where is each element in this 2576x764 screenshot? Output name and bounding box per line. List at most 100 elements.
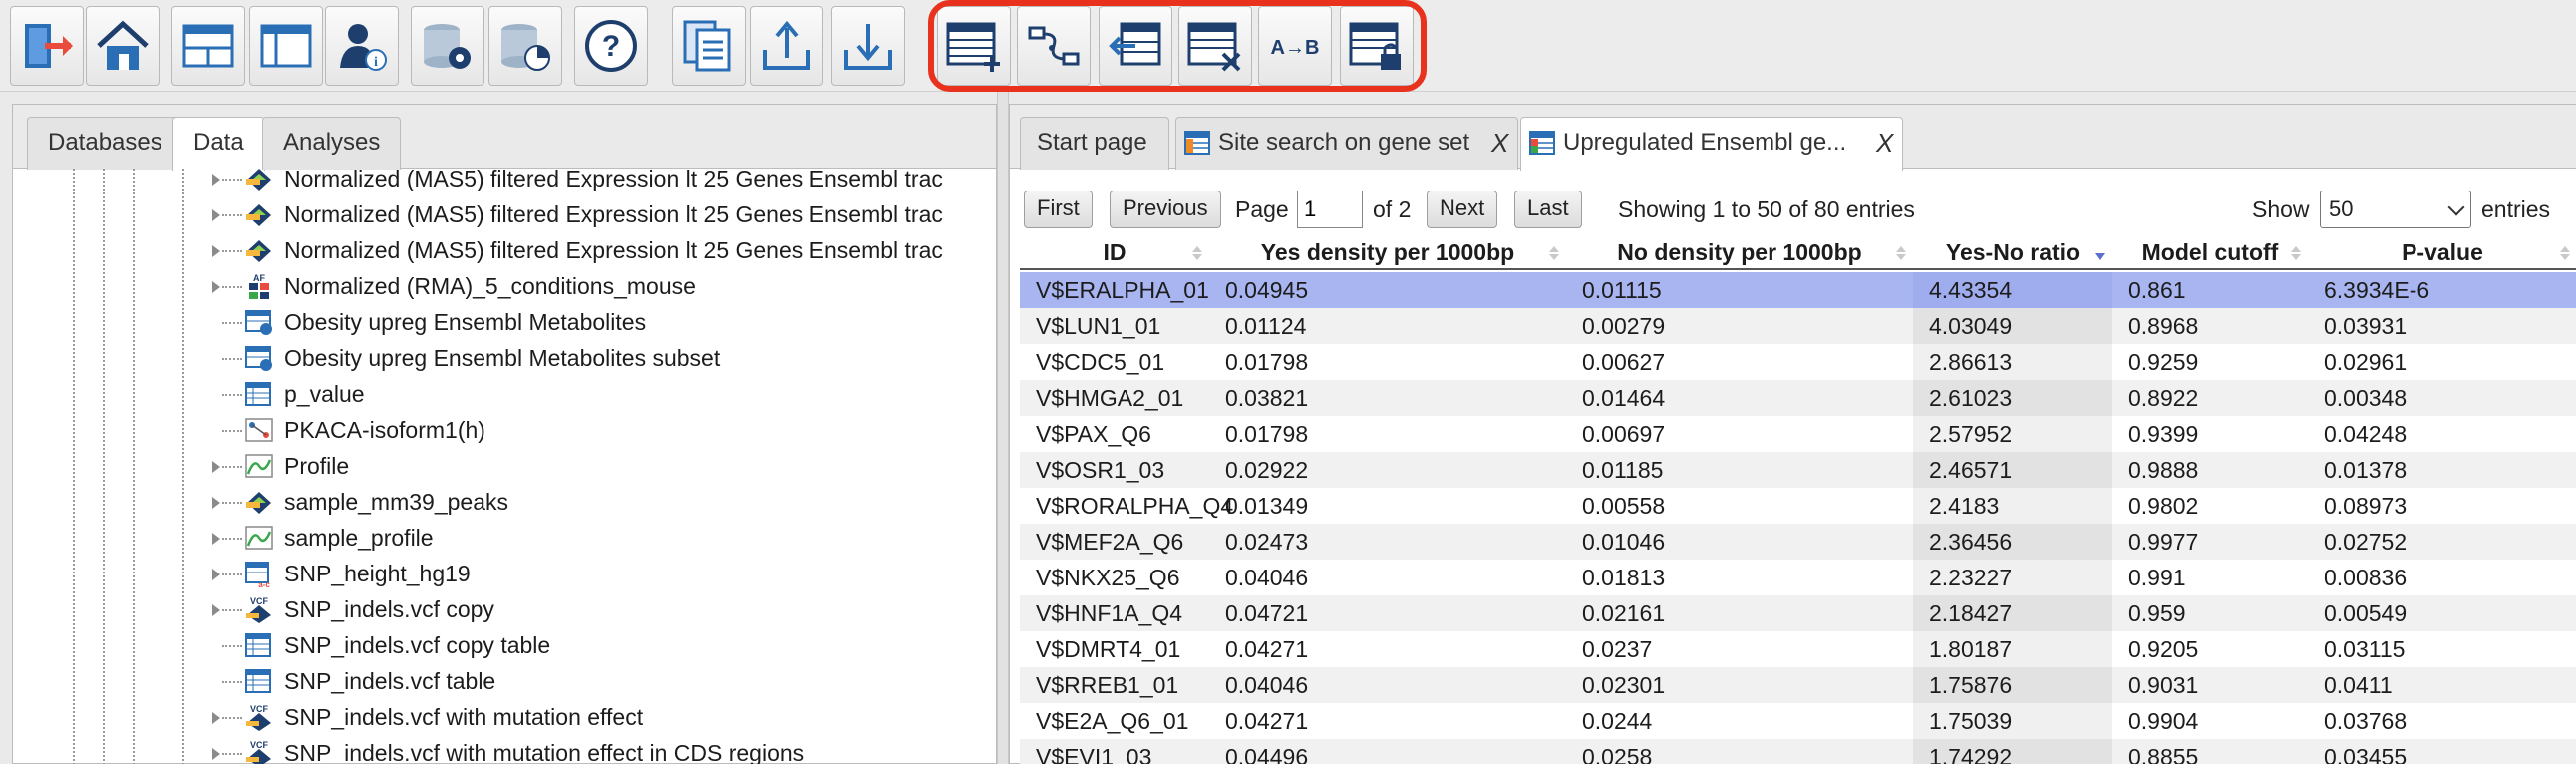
table-delete-button[interactable] — [1178, 6, 1252, 86]
expand-arrow-icon[interactable] — [212, 209, 220, 221]
col-p-value-header[interactable]: P-value — [2308, 234, 2576, 270]
expand-arrow-icon[interactable] — [212, 174, 220, 186]
table-row[interactable]: V$ERALPHA_01 0.04945 0.01115 4.43354 0.861 6.… — [1020, 272, 2576, 308]
svg-text:VCF: VCF — [250, 704, 269, 714]
document-tab-bar: Start page Site search on gene set X Upr… — [1010, 105, 2576, 171]
col-p-value-cell: 0.02961 — [2324, 349, 2408, 375]
upload-button[interactable] — [750, 6, 823, 86]
sort-icon[interactable] — [1548, 244, 1560, 262]
table-row[interactable]: V$LUN1_01 0.01124 0.00279 4.03049 0.8968 0.03… — [1020, 308, 2576, 344]
panel-splitter[interactable] — [997, 92, 1009, 764]
tree-item[interactable]: sample_profile — [13, 520, 996, 556]
sort-icon[interactable] — [1191, 244, 1203, 262]
tree-item[interactable]: p_value — [13, 376, 996, 412]
layout-split-button[interactable] — [171, 6, 245, 86]
expand-arrow-icon[interactable] — [212, 748, 220, 760]
close-tab-upregulated-icon[interactable]: X — [1876, 118, 1893, 168]
add-table-row-button[interactable] — [937, 6, 1011, 86]
tree-item[interactable]: Normalized (MAS5) filtered Expression lt… — [13, 196, 996, 232]
download-button[interactable] — [831, 6, 905, 86]
tree-item[interactable]: SNP_indels.vcf copy table — [13, 627, 996, 663]
col-yes-density-cell: 0.04945 — [1225, 277, 1309, 303]
table-row[interactable]: V$PAX_Q6 0.01798 0.00697 2.57952 0.9399 0.042… — [1020, 416, 2576, 452]
expand-arrow-icon[interactable] — [212, 569, 220, 580]
col-yes-no-ratio-header[interactable]: Yes-No ratio — [1913, 234, 2112, 270]
tree-connector — [222, 430, 242, 432]
table-row[interactable]: V$DMRT4_01 0.04271 0.0237 1.80187 0.9205 0.03… — [1020, 631, 2576, 667]
expand-arrow-icon[interactable] — [212, 712, 220, 724]
database-settings-button[interactable] — [411, 6, 484, 86]
table-lock-button[interactable] — [1340, 6, 1414, 86]
first-page-button[interactable]: First — [1024, 191, 1093, 228]
previous-page-button[interactable]: Previous — [1110, 191, 1221, 228]
tree-item[interactable]: Normalized (MAS5) filtered Expression lt… — [13, 232, 996, 268]
exit-button[interactable] — [10, 6, 84, 86]
tree-item[interactable]: SNP_indels.vcf table — [13, 663, 996, 699]
sort-icon[interactable] — [2290, 244, 2302, 262]
table-row[interactable]: V$CDC5_01 0.01798 0.00627 2.86613 0.9259 0.02… — [1020, 344, 2576, 380]
tree-item[interactable]: Obesity upreg Ensembl Metabolites subset — [13, 340, 996, 376]
tree-item[interactable]: Obesity upreg Ensembl Metabolites — [13, 304, 996, 340]
expand-arrow-icon[interactable] — [212, 533, 220, 545]
tree-item[interactable]: Normalized (MAS5) filtered Expression lt… — [13, 169, 996, 196]
col-yes-density-header[interactable]: Yes density per 1000bp — [1209, 234, 1566, 270]
database-chart-button[interactable] — [488, 6, 562, 86]
table-row[interactable]: V$EVI1_03 0.04496 0.0258 1.74292 0.8855 0.034… — [1020, 739, 2576, 764]
page-size-select[interactable]: 50 — [2320, 191, 2471, 228]
page-number-input[interactable] — [1297, 191, 1363, 228]
expand-arrow-icon[interactable] — [212, 281, 220, 293]
tree-item[interactable]: a-c SNP_height_hg19 — [13, 556, 996, 591]
tree-item[interactable]: VCF SNP_indels.vcf with mutation effect i… — [13, 735, 996, 764]
tree-item[interactable]: AF Normalized (RMA)_5_conditions_mouse — [13, 268, 996, 304]
col-no-density-header[interactable]: No density per 1000bp — [1566, 234, 1913, 270]
table-row[interactable]: V$E2A_Q6_01 0.04271 0.0244 1.75039 0.9904 0.0… — [1020, 703, 2576, 739]
tree-item[interactable]: sample_mm39_peaks — [13, 484, 996, 520]
expand-arrow-icon[interactable] — [212, 497, 220, 509]
table-export-button[interactable] — [1099, 6, 1172, 86]
expand-arrow-icon[interactable] — [212, 461, 220, 473]
help-button[interactable]: ? — [574, 6, 648, 86]
vcf-track-icon: VCF — [246, 704, 271, 731]
tab-site-search[interactable]: Site search on gene set X — [1175, 117, 1518, 170]
tab-start-page[interactable]: Start page — [1020, 117, 1169, 170]
tab-upregulated-ensembl[interactable]: Upregulated Ensembl ge... X — [1520, 117, 1903, 171]
table-row[interactable]: V$OSR1_03 0.02922 0.01185 2.46571 0.9888 0.01… — [1020, 452, 2576, 488]
table-delete-icon — [1187, 22, 1241, 72]
user-info-button[interactable]: i — [325, 6, 399, 86]
tree-item[interactable]: VCF SNP_indels.vcf with mutation effect — [13, 699, 996, 735]
workflow-button[interactable] — [1017, 6, 1091, 86]
close-tab-site-search-icon[interactable]: X — [1491, 118, 1508, 168]
col-id-header[interactable]: ID — [1020, 234, 1209, 270]
table-row[interactable]: V$HNF1A_Q4 0.04721 0.02161 2.18427 0.959 0.00… — [1020, 595, 2576, 631]
convert-a-to-b-button[interactable]: A→B — [1258, 6, 1332, 86]
col-yes-no-ratio-cell: 2.4183 — [1913, 488, 2112, 524]
tree-item[interactable]: Profile — [13, 448, 996, 484]
sort-icon[interactable] — [2559, 244, 2571, 262]
col-no-density-cell: 0.00558 — [1582, 493, 1666, 519]
last-page-button[interactable]: Last — [1514, 191, 1582, 228]
table-row[interactable]: V$RORALPHA_Q4 0.01349 0.00558 2.4183 0.9802 0… — [1020, 488, 2576, 524]
tree-connector — [222, 358, 242, 360]
table-row[interactable]: V$HMGA2_01 0.03821 0.01464 2.61023 0.8922 0.0… — [1020, 380, 2576, 416]
home-button[interactable] — [86, 6, 160, 86]
tab-data[interactable]: Data — [172, 117, 265, 171]
tab-databases[interactable]: Databases — [27, 117, 183, 170]
expand-arrow-icon[interactable] — [212, 604, 220, 616]
table-row[interactable]: V$MEF2A_Q6 0.02473 0.01046 2.36456 0.9977 0.0… — [1020, 524, 2576, 560]
tree-item[interactable]: PKACA-isoform1(h) — [13, 412, 996, 448]
layout-single-button[interactable] — [249, 6, 323, 86]
expand-arrow-icon[interactable] — [212, 245, 220, 257]
col-model-cutoff-header[interactable]: Model cutoff — [2112, 234, 2308, 270]
next-page-button[interactable]: Next — [1427, 191, 1498, 228]
table-row[interactable]: V$RREB1_01 0.04046 0.02301 1.75876 0.9031 0.0… — [1020, 667, 2576, 703]
col-no-density-cell: 0.01464 — [1582, 385, 1666, 411]
copy-document-button[interactable] — [672, 6, 746, 86]
tab-analyses[interactable]: Analyses — [262, 117, 402, 170]
sort-descending-icon[interactable] — [2094, 244, 2106, 262]
tree-connector — [222, 717, 242, 719]
table-row[interactable]: V$NKX25_Q6 0.04046 0.01813 2.23227 0.991 0.00… — [1020, 560, 2576, 595]
tree-item[interactable]: VCF SNP_indels.vcf copy — [13, 591, 996, 627]
sort-icon[interactable] — [1895, 244, 1907, 262]
col-model-cutoff-cell: 0.9259 — [2128, 349, 2199, 375]
tree-connector — [222, 250, 242, 252]
